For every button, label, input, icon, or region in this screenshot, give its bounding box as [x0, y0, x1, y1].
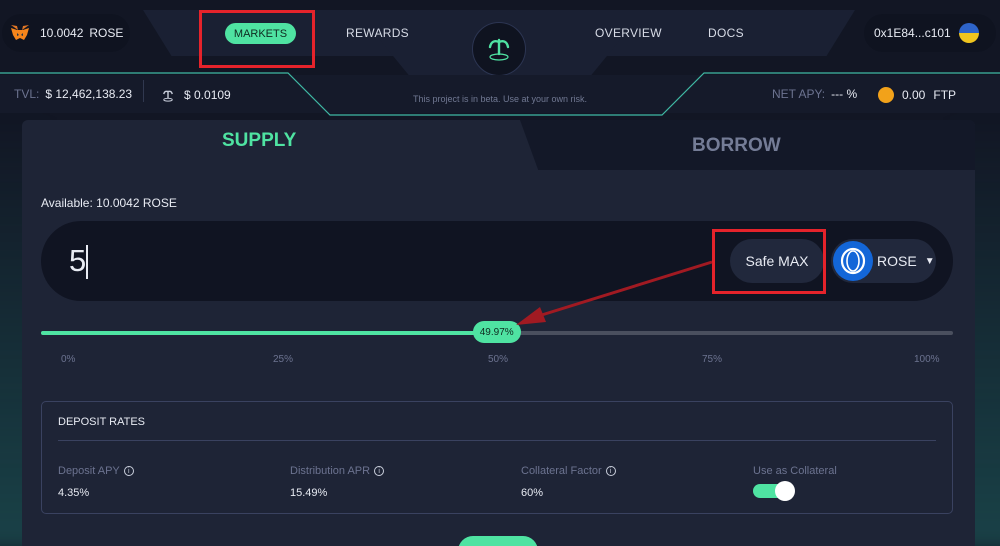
annotation-box-safe-max: [712, 229, 826, 294]
slider-thumb[interactable]: 49.97%: [472, 321, 521, 343]
use-as-collateral: Use as Collateral: [753, 465, 837, 501]
account-address: 0x1E84...c101: [874, 26, 951, 40]
use-as-collateral-label: Use as Collateral: [753, 465, 837, 477]
text-caret: [86, 245, 88, 279]
fountain-logo-icon: [488, 38, 510, 61]
nav-rewards[interactable]: REWARDS: [346, 26, 409, 40]
beta-notice: This project is in beta. Use at your own…: [412, 94, 588, 104]
flag-icon: [958, 23, 979, 43]
deposit-rates-panel: DEPOSIT RATES Deposit APY i 4.35% Distri…: [41, 401, 953, 514]
slider-tick-0: 0%: [61, 354, 76, 365]
token-selector-label: ROSE: [877, 253, 917, 269]
distribution-apr: Distribution APR i 15.49%: [290, 465, 385, 499]
deposit-apy-label: Deposit APY: [58, 465, 120, 477]
annotation-box-markets: [199, 10, 315, 68]
wallet-token: ROSE: [89, 26, 124, 40]
distribution-apr-label: Distribution APR: [290, 465, 371, 477]
available-balance: Available: 10.0042 ROSE: [41, 196, 177, 210]
nav-overview[interactable]: OVERVIEW: [595, 26, 662, 40]
collateral-factor: Collateral Factor i 60%: [521, 465, 616, 499]
divider: [58, 440, 936, 441]
info-icon[interactable]: i: [123, 466, 134, 476]
chevron-down-icon: ▼: [924, 255, 935, 267]
stats-bar: TVL: $ 12,462,138.23 $ 0.0109 NET APY: -…: [0, 70, 1000, 116]
metamask-fox-icon: [11, 25, 29, 40]
rose-token-icon: [833, 241, 873, 281]
info-icon[interactable]: i: [605, 466, 616, 476]
supply-borrow-card: SUPPLY BORROW Available: 10.0042 ROSE 5 …: [22, 120, 975, 546]
collateral-factor-label: Collateral Factor: [521, 465, 602, 477]
deposit-apy: Deposit APY i 4.35%: [58, 465, 134, 499]
slider-tick-100: 100%: [914, 354, 940, 365]
collateral-factor-value: 60%: [521, 487, 544, 499]
wallet-balance: 10.0042: [40, 26, 84, 40]
slider-tick-75: 75%: [702, 354, 723, 365]
tab-supply[interactable]: SUPPLY: [222, 130, 296, 152]
account-address-chip[interactable]: 0x1E84...c101: [864, 14, 996, 52]
app-logo[interactable]: [472, 22, 526, 76]
tab-borrow[interactable]: BORROW: [692, 135, 781, 157]
info-icon[interactable]: i: [374, 466, 385, 476]
collateral-toggle[interactable]: [753, 481, 795, 501]
nav-docs[interactable]: DOCS: [708, 26, 744, 40]
supply-submit-button[interactable]: [458, 536, 538, 546]
slider-tick-50: 50%: [488, 354, 509, 365]
token-selector[interactable]: ROSE ▼: [831, 239, 936, 283]
deposit-rates-title: DEPOSIT RATES: [58, 416, 146, 428]
toggle-knob: [775, 481, 795, 501]
slider-fill: [41, 331, 497, 335]
amount-input[interactable]: 5: [69, 243, 86, 279]
wallet-balance-chip[interactable]: 10.0042 ROSE: [2, 14, 130, 52]
distribution-apr-value: 15.49%: [290, 487, 328, 499]
slider-tick-25: 25%: [273, 354, 294, 365]
deposit-apy-value: 4.35%: [58, 487, 90, 499]
